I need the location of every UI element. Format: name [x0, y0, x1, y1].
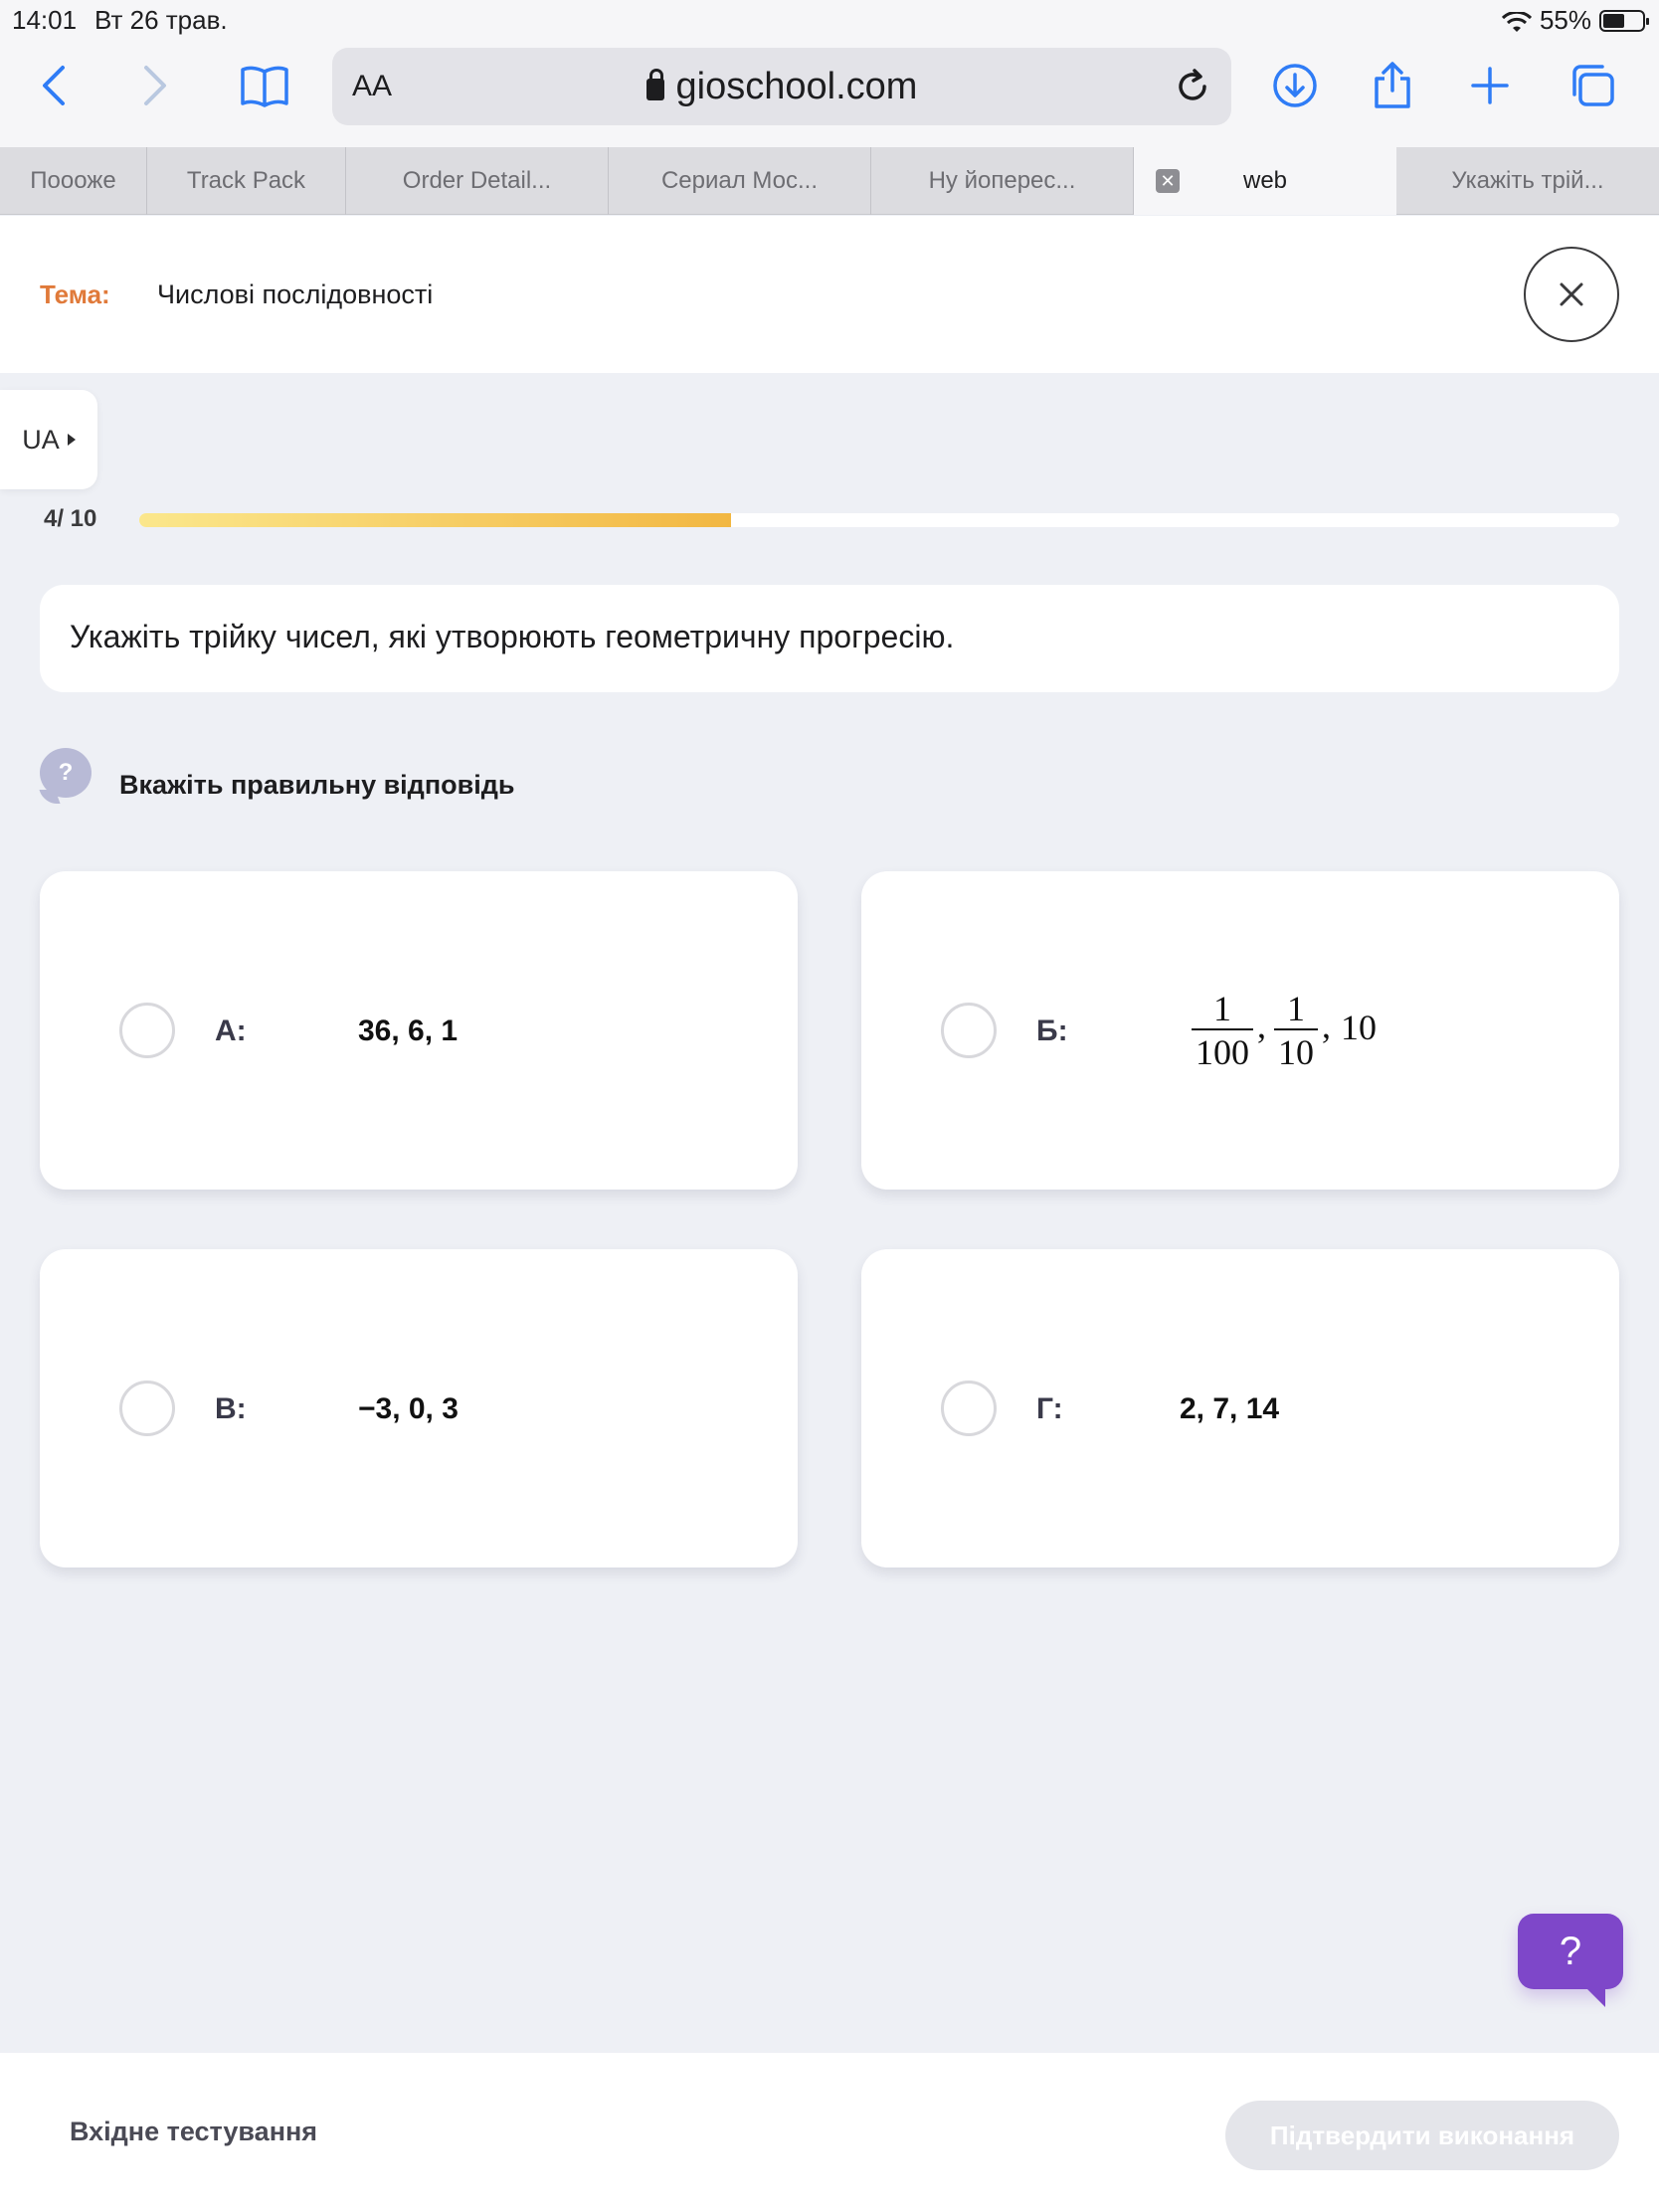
tab-label: Order Detail... [402, 167, 552, 194]
url-text[interactable]: gioschool.com [332, 66, 1231, 108]
battery-icon [1599, 9, 1649, 32]
topic-header: Тема: Числові послідовності [0, 216, 1659, 373]
test-type-label: Вхідне тестування [70, 2117, 318, 2146]
status-right: 55% [1501, 5, 1649, 36]
radio-button[interactable] [119, 1381, 175, 1436]
progress-fill [139, 513, 732, 527]
reload-icon[interactable] [1168, 62, 1217, 111]
browser-tabs: Поооже Track Pack Order Detail... Сериал… [0, 147, 1659, 215]
option-letter: Г: [1036, 1392, 1063, 1425]
forward-icon[interactable] [127, 58, 183, 113]
tab-label: Укажіть трій... [1451, 167, 1604, 194]
browser-toolbar: AA gioschool.com [0, 40, 1659, 147]
wifi-icon [1501, 10, 1533, 32]
tab-label: Ну йоперес... [928, 167, 1076, 194]
option-letter: Б: [1036, 1014, 1068, 1047]
language-selector[interactable]: UA [0, 390, 97, 489]
question-card: Укажіть трійку чисел, які утворюють геом… [40, 585, 1619, 692]
status-time: 14:01 [12, 5, 78, 35]
download-icon[interactable] [1267, 58, 1323, 113]
close-button[interactable] [1524, 247, 1619, 342]
help-button[interactable]: ? [1518, 1914, 1623, 2007]
formula-term: 10 [1341, 1008, 1377, 1047]
formula-comma: , [1257, 1006, 1266, 1045]
submit-button[interactable]: Підтвердити виконання [1225, 2101, 1619, 2170]
formula-comma: , [1322, 1006, 1331, 1045]
hint-icon-glyph: ? [58, 759, 74, 786]
radio-button[interactable] [941, 1003, 997, 1058]
tab-item-active[interactable]: ✕ web [1134, 147, 1396, 215]
tab-item[interactable]: Track Pack [147, 147, 346, 215]
tab-item[interactable]: Поооже [0, 147, 147, 215]
radio-button[interactable] [941, 1381, 997, 1436]
answer-option-a[interactable]: А: 36, 6, 1 [40, 871, 798, 1190]
back-icon[interactable] [26, 58, 82, 113]
question-text: Укажіть трійку чисел, які утворюють геом… [70, 619, 955, 654]
share-icon[interactable] [1365, 58, 1420, 113]
bookmarks-icon[interactable] [237, 58, 292, 113]
footer-bar: Вхідне тестування Підтвердити виконання [0, 2053, 1659, 2212]
tab-label: Поооже [30, 167, 116, 194]
progress-counter: 4/ 10 [44, 505, 97, 532]
tab-label: Track Pack [186, 167, 306, 194]
instruction-text: Вкажіть правильну відповідь [119, 770, 515, 800]
option-value: 2, 7, 14 [1180, 1392, 1280, 1425]
status-bar: 14:01 Вт 26 трав. 55% [0, 0, 1659, 40]
question-bubble-icon: ? [40, 748, 92, 798]
topic-label: Тема: [40, 279, 110, 309]
fraction: 1 10 [1274, 989, 1318, 1072]
fraction-denominator: 10 [1274, 1028, 1318, 1072]
status-date: Вт 26 трав. [94, 5, 228, 35]
tab-label: web [1242, 167, 1288, 194]
tab-label: Сериал Мос... [660, 167, 819, 194]
tab-item[interactable]: Сериал Мос... [609, 147, 871, 215]
address-bar[interactable]: AA gioschool.com [332, 48, 1231, 125]
lock-icon [645, 69, 664, 100]
answer-option-v[interactable]: В: −3, 0, 3 [40, 1249, 798, 1567]
progress-row: 4/ 10 [44, 505, 1619, 535]
tabs-overview-icon[interactable] [1564, 58, 1619, 113]
battery-percent: 55% [1539, 5, 1591, 35]
option-value: 36, 6, 1 [358, 1014, 459, 1047]
progress-bar [139, 513, 1619, 527]
fraction: 1 100 [1192, 989, 1253, 1072]
option-formula: 1 100 , 1 10 , 10 [1190, 989, 1377, 1072]
fraction-numerator: 1 [1213, 989, 1231, 1028]
url-value: gioschool.com [675, 66, 918, 107]
option-letter: В: [215, 1392, 247, 1425]
tab-item[interactable]: Ну йоперес... [871, 147, 1134, 215]
tab-item[interactable]: Order Detail... [346, 147, 609, 215]
caret-right-icon [67, 434, 76, 446]
close-icon [1560, 282, 1583, 306]
option-value: −3, 0, 3 [358, 1392, 459, 1425]
topic-title: Числові послідовності [157, 279, 434, 309]
answer-option-g[interactable]: Г: 2, 7, 14 [861, 1249, 1619, 1567]
option-letter: А: [215, 1014, 247, 1047]
answer-option-b[interactable]: Б: 1 100 , 1 10 , 10 [861, 871, 1619, 1190]
close-tab-icon[interactable]: ✕ [1156, 169, 1180, 193]
fraction-denominator: 100 [1192, 1028, 1253, 1072]
tab-item[interactable]: Укажіть трій... [1396, 147, 1659, 215]
radio-button[interactable] [119, 1003, 175, 1058]
help-question-icon: ? [1559, 1929, 1582, 1973]
new-tab-icon[interactable] [1462, 58, 1518, 113]
fraction-numerator: 1 [1287, 989, 1305, 1028]
language-value: UA [22, 424, 60, 455]
